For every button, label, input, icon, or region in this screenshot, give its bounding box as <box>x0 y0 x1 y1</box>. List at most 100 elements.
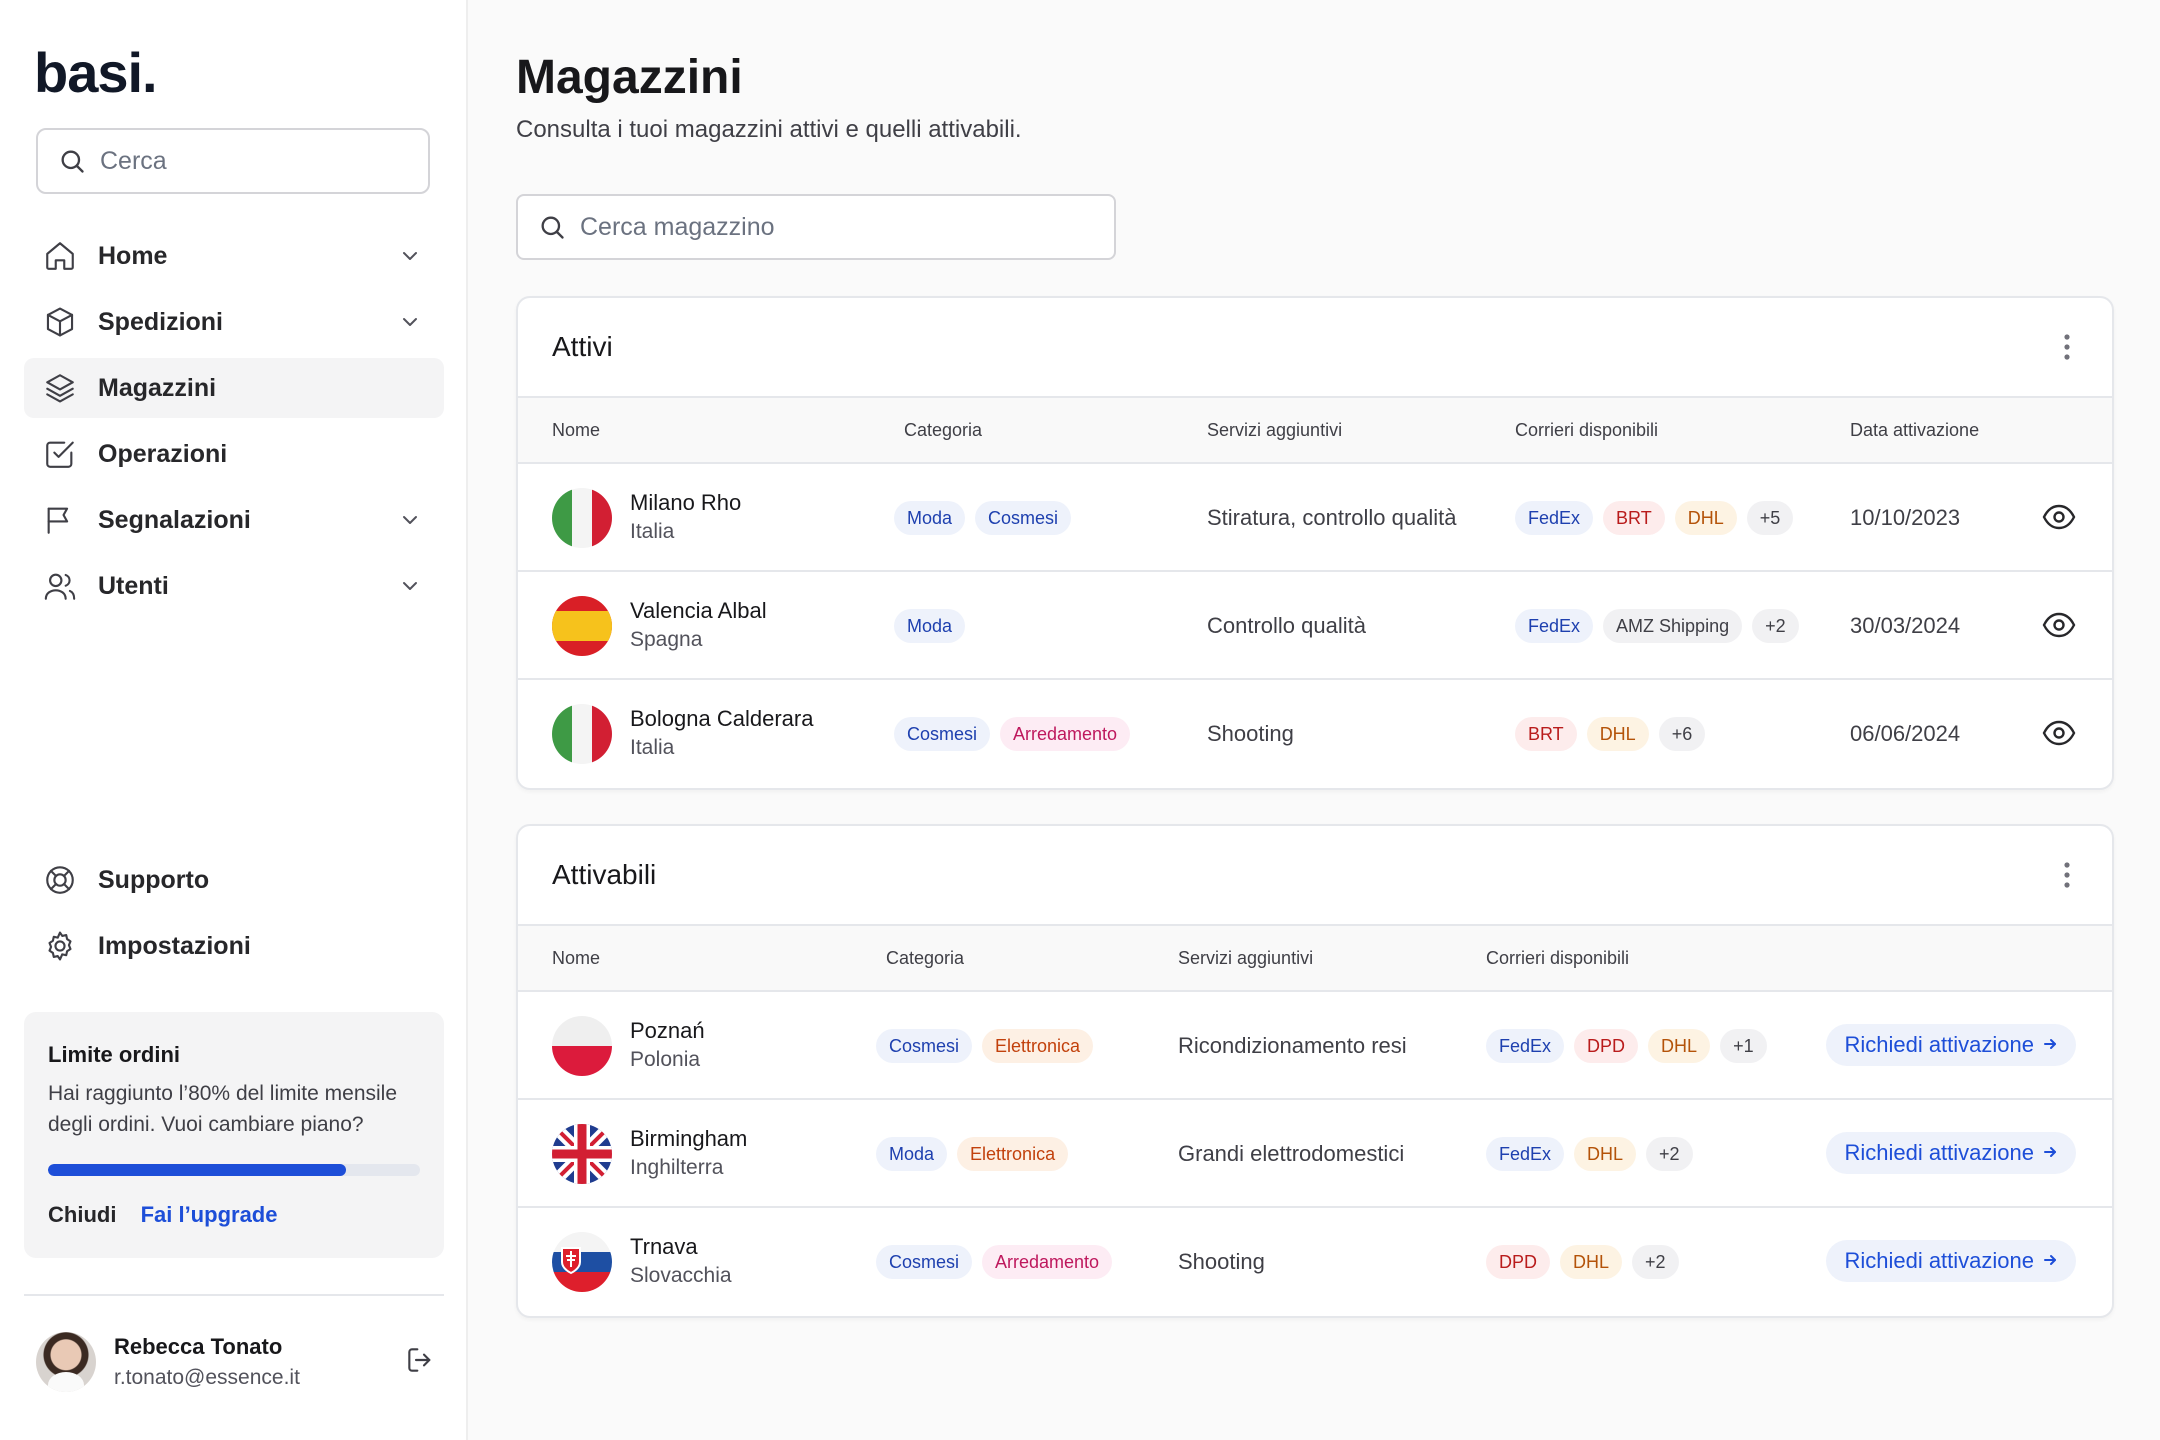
request-activation-button[interactable]: Richiedi attivazione <box>1826 1132 2076 1174</box>
upgrade-link[interactable]: Fai l’upgrade <box>141 1202 278 1227</box>
sidebar-item-label: Magazzini <box>98 373 217 402</box>
services-text: Ricondizionamento resi <box>1178 1033 1407 1058</box>
sidebar-item-label: Operazioni <box>98 439 228 468</box>
sidebar-item-utenti[interactable]: Utenti <box>24 556 444 616</box>
active-card-title: Attivi <box>552 331 613 362</box>
active-table-header: Nome Categoria Servizi aggiuntivi Corrie… <box>518 398 2112 464</box>
category-cell: Cosmesi Arredamento <box>894 680 1140 788</box>
column-header-category: Categoria <box>886 948 965 968</box>
category-cell: Cosmesi Arredamento <box>876 1208 1122 1316</box>
sidebar-item-magazzini[interactable]: Magazzini <box>24 358 444 418</box>
available-warehouses-card: Attivabili Nome Categoria Servizi aggiun… <box>516 824 2114 1318</box>
category-badge-moda: Moda <box>894 501 966 535</box>
couriers-cell: DPD DHL +2 <box>1486 1208 1689 1316</box>
table-row: Poznań Polonia Cosmesi Elettronica Ricondizi… <box>518 992 2112 1100</box>
sidebar-item-supporto[interactable]: Supporto <box>24 850 444 910</box>
limit-card-text: Hai raggiunto l’80% del limite mensile d… <box>48 1082 398 1136</box>
sidebar-item-home[interactable]: Home <box>24 226 444 286</box>
chevron-down-icon[interactable] <box>398 574 422 598</box>
layers-icon <box>42 370 78 406</box>
courier-badge-dpd: DPD <box>1486 1245 1551 1279</box>
courier-badge-dhl: DHL <box>1674 501 1737 535</box>
search-icon <box>61 150 84 173</box>
checkbox-icon <box>42 436 78 472</box>
courier-badge-dpd: DPD <box>1574 1029 1639 1063</box>
user-name: Rebecca Tonato <box>114 1334 283 1359</box>
table-row: Bologna Calderara Italia Cosmesi Arredament… <box>518 680 2112 788</box>
sidebar-item-spedizioni[interactable]: Spedizioni <box>24 292 444 352</box>
flag-it-icon <box>552 488 612 548</box>
more-couriers-badge: +6 <box>1658 717 1706 751</box>
courier-badge-dhl: DHL <box>1648 1029 1711 1063</box>
request-activation-button[interactable]: Richiedi attivazione <box>1826 1240 2076 1282</box>
category-cell: Moda Cosmesi <box>894 464 1081 572</box>
warehouse-name: Birmingham <box>630 1126 748 1151</box>
warehouse-country: Italia <box>630 736 675 759</box>
avatar <box>36 1332 96 1392</box>
chevron-down-icon[interactable] <box>398 508 422 532</box>
limit-progress-bar <box>48 1164 420 1176</box>
lifebuoy-icon <box>42 862 78 898</box>
warehouse-search-placeholder: Cerca magazzino <box>580 212 775 241</box>
warehouse-name: Trnava <box>630 1234 698 1259</box>
page-title: Magazzini <box>516 51 743 104</box>
column-header-couriers: Corrieri disponibili <box>1515 420 1659 440</box>
available-table-body: Poznań Polonia Cosmesi Elettronica Ricondizi… <box>518 992 2112 1316</box>
services-cell: Grandi elettrodomestici <box>1178 1100 1404 1208</box>
limit-close-button[interactable]: Chiudi <box>48 1202 116 1227</box>
services-text: Shooting <box>1207 721 1294 746</box>
column-header-name: Nome <box>552 420 601 440</box>
flag-sk-icon <box>552 1232 612 1292</box>
warehouse-country: Spagna <box>630 628 703 651</box>
category-badge-arredamento: Arredamento <box>982 1245 1113 1279</box>
sidebar-item-label: Supporto <box>98 865 210 894</box>
available-table-header: Nome Categoria Servizi aggiuntivi Corrie… <box>518 926 2112 992</box>
chevron-down-icon[interactable] <box>398 244 422 268</box>
category-badge-arredamento: Arredamento <box>1000 717 1131 751</box>
page-subtitle: Consulta i tuoi magazzini attivi e quell… <box>516 116 1022 143</box>
warehouse-name: Poznań <box>630 1018 705 1043</box>
category-badge-cosmesi: Cosmesi <box>876 1245 973 1279</box>
sidebar-item-label: Home <box>98 241 168 270</box>
couriers-cell: FedEx DPD DHL +1 <box>1486 992 1777 1100</box>
column-header-category: Categoria <box>904 420 983 440</box>
sidebar-item-impostazioni[interactable]: Impostazioni <box>24 916 444 976</box>
category-badge-moda: Moda <box>876 1137 948 1171</box>
courier-badge-brt: BRT <box>1515 717 1577 751</box>
brand-logo[interactable]: basi. <box>34 40 158 105</box>
eye-icon[interactable] <box>2042 718 2076 748</box>
sidebar-divider <box>24 1294 444 1296</box>
request-activation-label: Richiedi attivazione <box>1844 1140 2034 1165</box>
chevron-down-icon[interactable] <box>398 310 422 334</box>
couriers-cell: FedEx BRT DHL +5 <box>1515 464 1803 572</box>
date-cell: 10/10/2023 <box>1850 464 1960 572</box>
more-couriers-badge: +2 <box>1752 609 1799 643</box>
warehouse-country: Italia <box>630 520 675 543</box>
courier-badge-fedex: FedEx <box>1515 609 1594 643</box>
table-row: Valencia Albal Spagna Moda Controllo qualit… <box>518 572 2112 680</box>
category-badge-cosmesi: Cosmesi <box>894 717 991 751</box>
courier-badge-amz-shipping: AMZ Shipping <box>1603 609 1743 643</box>
arrow-right-icon <box>2034 1032 2058 1058</box>
flag-es-icon <box>552 596 612 656</box>
courier-badge-fedex: FedEx <box>1515 501 1594 535</box>
warehouse-name: Bologna Calderara <box>630 706 814 731</box>
limit-card-title: Limite ordini <box>48 1042 180 1067</box>
eye-icon[interactable] <box>2042 610 2076 640</box>
more-vertical-icon[interactable] <box>2062 332 2072 362</box>
logout-icon[interactable] <box>404 1344 436 1376</box>
limit-progress-fill <box>48 1164 346 1176</box>
courier-badge-fedex: FedEx <box>1486 1029 1565 1063</box>
eye-icon[interactable] <box>2042 502 2076 532</box>
services-text: Controllo qualità <box>1207 613 1366 638</box>
warehouse-country: Polonia <box>630 1048 701 1071</box>
warehouse-search-input[interactable]: Cerca magazzino <box>516 194 1116 260</box>
sidebar-item-operazioni[interactable]: Operazioni <box>24 424 444 484</box>
user-profile[interactable]: Rebecca Tonato r.tonato@essence.it <box>36 1330 440 1394</box>
sidebar-search-input[interactable]: Cerca <box>36 128 430 194</box>
category-cell: Moda <box>894 572 975 680</box>
request-activation-button[interactable]: Richiedi attivazione <box>1826 1024 2076 1066</box>
more-vertical-icon[interactable] <box>2062 860 2072 890</box>
secondary-nav: Supporto Impostazioni <box>24 850 444 982</box>
sidebar-item-segnalazioni[interactable]: Segnalazioni <box>24 490 444 550</box>
